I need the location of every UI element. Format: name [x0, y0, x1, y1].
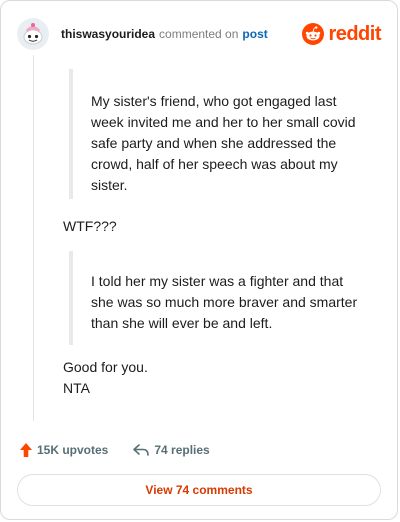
comment-line-good: Good for you. [63, 359, 148, 375]
view-comments-button[interactable]: View 74 comments [17, 474, 381, 506]
comment-card: thiswasyouridea commented on post reddit… [0, 0, 398, 520]
upvote-button[interactable]: 15K upvotes [19, 442, 108, 458]
username-link[interactable]: thiswasyouridea [61, 27, 155, 41]
blockquote-1: My sister's friend, who got engaged last… [69, 69, 369, 199]
reddit-snoo-icon [302, 23, 325, 45]
quote-text-1: My sister's friend, who got engaged last… [91, 93, 356, 193]
post-link[interactable]: post [242, 27, 267, 41]
reply-arrow-icon [133, 444, 150, 456]
comment-line-wtf: WTF??? [63, 218, 117, 234]
comment-paragraph-2: Good for you. NTA [63, 357, 148, 399]
action-bar: 15K upvotes 74 replies [19, 441, 379, 459]
reddit-wordmark: reddit [328, 22, 381, 45]
snoo-avatar-icon [17, 18, 49, 50]
quote-text-2: I told her my sister was a fighter and t… [91, 273, 358, 331]
avatar[interactable] [17, 18, 49, 50]
upvote-arrow-icon [20, 443, 32, 457]
comment-line-nta: NTA [63, 380, 90, 396]
thread-line[interactable] [33, 55, 34, 421]
replies-button[interactable]: 74 replies [132, 443, 210, 457]
upvote-count: 15K upvotes [37, 443, 109, 457]
comment-header: thiswasyouridea commented on post reddit [17, 17, 381, 51]
comment-paragraph-1: WTF??? [63, 216, 117, 237]
commented-on-text: commented on [159, 27, 239, 41]
view-comments-label: View 74 comments [145, 483, 253, 497]
comment-meta: thiswasyouridea commented on post [61, 27, 268, 41]
blockquote-2: I told her my sister was a fighter and t… [69, 251, 369, 345]
replies-count: 74 replies [154, 443, 210, 457]
reddit-logo[interactable]: reddit [302, 23, 381, 46]
